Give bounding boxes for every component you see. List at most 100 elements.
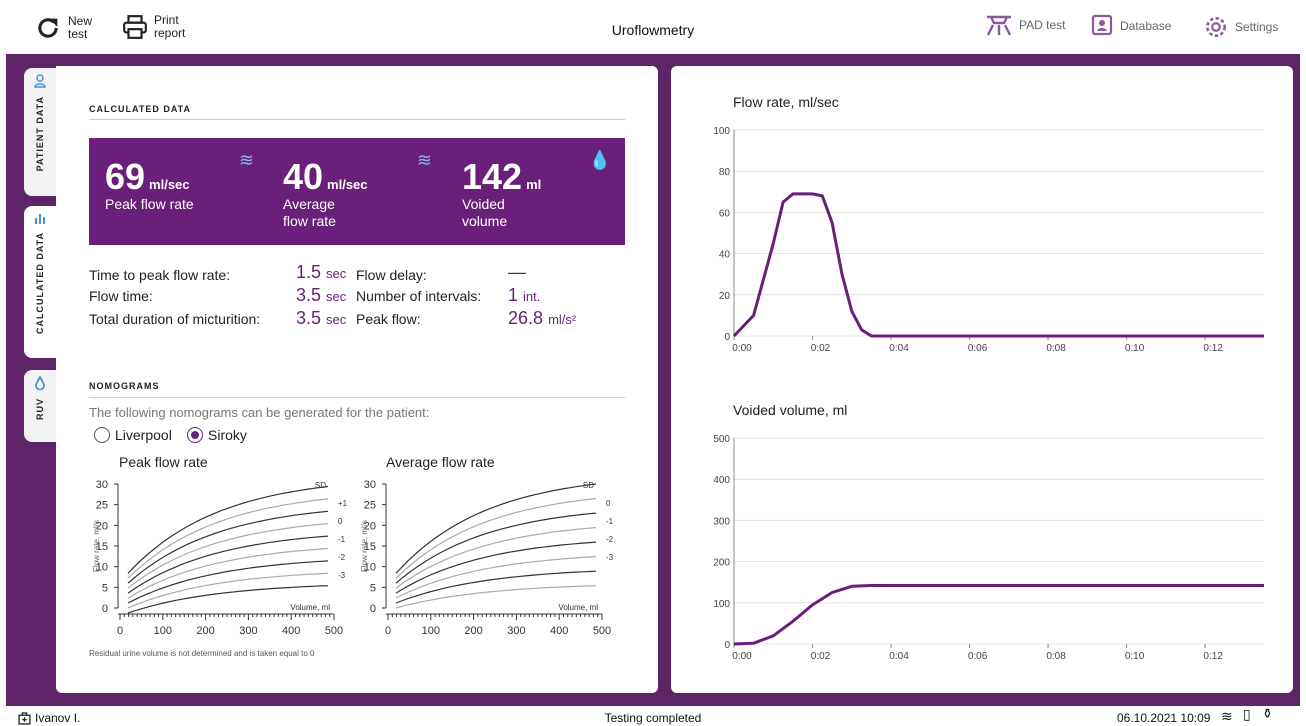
bar-chart-icon bbox=[35, 214, 45, 224]
average-flow-nomogram: 3025201510500 100 200 300 400 500Flow rate, m… bbox=[360, 479, 614, 637]
settings-label: Settings bbox=[1235, 20, 1279, 34]
value-number: 1.5 bbox=[296, 262, 322, 282]
tab-patient-data[interactable]: PATIENT DATA bbox=[24, 68, 56, 196]
pad-test-label: PAD test bbox=[1019, 18, 1066, 32]
y-tick-label: 30 bbox=[364, 479, 376, 491]
tab-calculated-data-label: CALCULATED DATA bbox=[35, 232, 45, 334]
radio-label: Siroky bbox=[208, 427, 247, 443]
kv-label: Total duration of micturition: bbox=[89, 311, 261, 327]
wave-icon: ≋ bbox=[416, 150, 432, 170]
peak-flow-card: 69 ml/sec Peak flow rate ≋ bbox=[89, 138, 268, 245]
nomograms-description: The following nomograms can be generated… bbox=[89, 405, 430, 420]
x-tick-label: 0:04 bbox=[889, 343, 909, 354]
database-label: Database bbox=[1120, 19, 1172, 33]
sd-label: -3 bbox=[606, 553, 614, 562]
y-axis-label: Flow rate, ml/s bbox=[92, 520, 101, 572]
value-unit: ml/s² bbox=[548, 312, 577, 327]
y-tick-label: 40 bbox=[719, 250, 731, 261]
wave-icon: ≋ bbox=[238, 150, 254, 170]
card-unit: ml/sec bbox=[149, 177, 190, 192]
card-unit: ml/sec bbox=[327, 177, 368, 192]
database-button[interactable]: Database bbox=[1090, 14, 1171, 38]
divider bbox=[89, 397, 625, 398]
value-unit: sec bbox=[326, 266, 347, 281]
kv-label: Peak flow: bbox=[356, 311, 421, 327]
radio-siroky[interactable]: Siroky bbox=[187, 427, 247, 443]
x-tick-label: 0:06 bbox=[968, 651, 988, 662]
value-unit: sec bbox=[326, 289, 347, 304]
sd-label: 0 bbox=[606, 499, 611, 508]
flow-rate-chart: 100 80 60 40 20 00:00 0:02 0:04 0:06 0:08 0:10 0:12 bbox=[713, 126, 1264, 354]
wifi-icon: ≋ bbox=[1221, 708, 1233, 724]
voided-volume-chart: 500 400 300 200 100 00:00 0:02 0:04 0:06 0:08 0:10… bbox=[713, 434, 1264, 662]
x-tick-label: 0:00 bbox=[732, 343, 752, 354]
kv-label: Number of intervals: bbox=[356, 288, 482, 304]
settings-button[interactable]: Settings bbox=[1203, 14, 1278, 40]
voided-volume-card: 142 ml Voided volume 💧 bbox=[446, 138, 625, 245]
nomogram-curve bbox=[127, 510, 329, 584]
avg-nomogram-title: Average flow rate bbox=[386, 454, 495, 470]
value-number: 1 bbox=[508, 285, 519, 305]
y-tick-label: 5 bbox=[102, 582, 108, 594]
nomogram-curve bbox=[395, 483, 597, 574]
status-datetime: 06.10.2021 10:09 bbox=[1117, 711, 1211, 725]
y-tick-label: 500 bbox=[713, 434, 730, 445]
x-tick-label: 400 bbox=[550, 625, 568, 637]
y-tick-label: 0 bbox=[102, 603, 108, 615]
x-tick-label: 0:08 bbox=[1046, 651, 1066, 662]
x-tick-label: 0:00 bbox=[732, 651, 752, 662]
sd-label: -1 bbox=[338, 535, 346, 544]
y-tick-label: 25 bbox=[364, 500, 376, 512]
y-tick-label: 300 bbox=[713, 516, 730, 527]
kv-value: 1 int. bbox=[508, 285, 540, 306]
footnote: Residual urine volume is not determined … bbox=[89, 649, 315, 658]
divider bbox=[89, 119, 625, 120]
tab-calculated-data[interactable]: CALCULATED DATA bbox=[24, 206, 56, 358]
card-value: 69 bbox=[105, 156, 146, 197]
radio-liverpool[interactable]: Liverpool bbox=[94, 427, 172, 443]
data-line bbox=[733, 584, 1264, 646]
sd-label: -2 bbox=[606, 535, 614, 544]
kv-label: Flow delay: bbox=[356, 267, 427, 283]
value-number: 3.5 bbox=[296, 308, 322, 328]
x-tick-label: 0:10 bbox=[1125, 343, 1145, 354]
gear-icon bbox=[1206, 17, 1226, 37]
y-tick-label: 0 bbox=[724, 332, 730, 343]
y-tick-label: 30 bbox=[96, 479, 108, 491]
peak-nomogram-title: Peak flow rate bbox=[119, 454, 208, 470]
pad-test-button[interactable]: PAD test bbox=[985, 14, 1065, 36]
sd-label: +1 bbox=[338, 499, 348, 508]
x-tick-label: 300 bbox=[239, 625, 257, 637]
x-tick-label: 0:02 bbox=[811, 651, 831, 662]
value-number: — bbox=[508, 262, 526, 282]
x-tick-label: 0:02 bbox=[811, 343, 831, 354]
x-tick-label: 500 bbox=[325, 625, 343, 637]
tab-ruv-label: RUV bbox=[35, 398, 45, 421]
radio-selected-icon bbox=[187, 427, 203, 443]
device-icon: ⚱ bbox=[1262, 706, 1273, 721]
y-tick-label: 5 bbox=[370, 582, 376, 594]
calculated-section-title: CALCULATED DATA bbox=[89, 104, 191, 114]
drop-icon: 💧 bbox=[588, 150, 611, 170]
drop-icon bbox=[35, 376, 45, 390]
kv-value: 26.8 ml/s² bbox=[508, 308, 576, 329]
x-tick-label: 0:12 bbox=[1203, 651, 1223, 662]
x-tick-label: 300 bbox=[507, 625, 525, 637]
y-tick-label: 200 bbox=[713, 558, 730, 569]
value-unit: sec bbox=[326, 312, 347, 327]
nomogram-curve bbox=[127, 547, 329, 599]
kv-value: 3.5 sec bbox=[296, 285, 346, 306]
database-icon bbox=[1091, 14, 1113, 36]
y-tick-label: 0 bbox=[724, 640, 730, 651]
sd-label: SD bbox=[583, 481, 594, 490]
x-tick-label: 200 bbox=[464, 625, 482, 637]
x-tick-label: 0:12 bbox=[1203, 343, 1223, 354]
tab-ruv[interactable]: RUV bbox=[24, 370, 56, 442]
sd-label: -2 bbox=[338, 553, 346, 562]
sd-label: SD bbox=[315, 481, 326, 490]
x-tick-label: 200 bbox=[196, 625, 214, 637]
y-tick-label: 100 bbox=[713, 126, 730, 137]
x-tick-label: 0:10 bbox=[1125, 651, 1145, 662]
x-tick-label: 0:08 bbox=[1046, 343, 1066, 354]
peak-flow-nomogram: 3025201510500 100 200 300 400 500Flow rate, m… bbox=[92, 479, 348, 637]
